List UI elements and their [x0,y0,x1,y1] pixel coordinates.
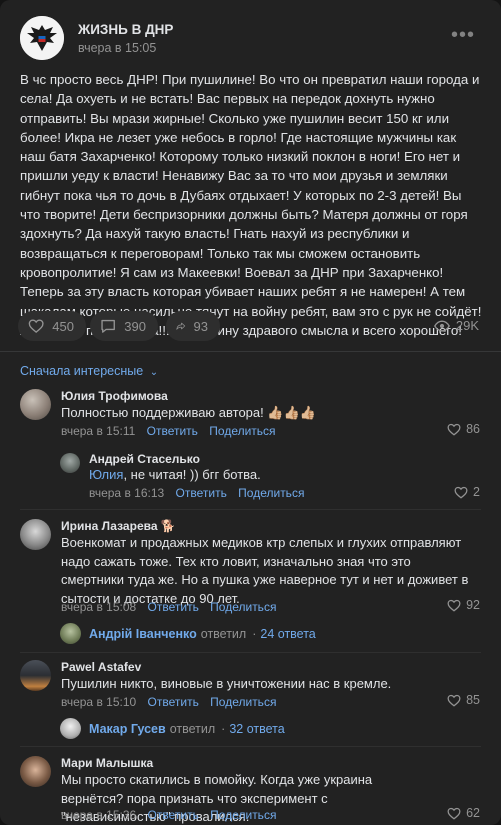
eagle-emblem-icon [20,16,64,60]
group-avatar[interactable] [20,16,64,60]
avatar [60,718,81,739]
thread-action: ответил [200,626,247,641]
reply-link[interactable]: Ответить [148,695,199,709]
comment-item: Мари Малышка Мы просто скатились в помой… [0,753,501,825]
divider [20,509,481,510]
reply-link[interactable]: Ответить [176,486,227,500]
comment-author[interactable]: Юлия Трофимова [61,389,168,403]
comment-meta: вчера в 16:13 Ответить Поделиться [89,486,304,500]
comment-item: Юлия Трофимова Полностью поддерживаю авт… [0,386,501,442]
eye-icon [433,320,450,331]
comment-author[interactable]: Pawel Astafev [61,660,141,674]
comment-text: Полностью поддерживаю автора! 👍🏼👍🏼👍🏼 [61,405,316,420]
comment-item: Ирина Лазарева 🐕 Военкомат и продажных м… [0,516,501,614]
like-button[interactable]: 450 [18,311,86,341]
heart-icon [447,807,461,820]
mention-link[interactable]: Юлия [89,467,123,482]
comment-meta: вчера в 15:11 Ответить Поделиться [61,424,276,438]
replies-thread-link[interactable]: Макар Гусев ответил · 32 ответа [60,718,285,739]
like-count: 85 [466,693,480,707]
comment-author[interactable]: Андрей Стаселько [89,452,200,466]
comment-author[interactable]: Ирина Лазарева 🐕 [61,519,176,533]
comment-meta: вчера в 15:36 Ответить Поделиться [61,808,276,822]
share-button[interactable]: 93 [166,311,220,341]
sort-dropdown[interactable]: Сначала интересные ⌄ [20,364,158,378]
comment-like-button[interactable]: 2 [454,485,480,499]
comment-like-button[interactable]: 62 [447,806,480,820]
comment-text-body: , не читая! )) бгг ботва. [123,467,261,482]
replies-thread-link[interactable]: Андрій Іванченко ответил · 24 ответа [60,623,316,644]
heart-icon [447,599,461,612]
comment-like-button[interactable]: 92 [447,598,480,612]
share-link[interactable]: Поделиться [210,695,276,709]
dog-icon: 🐕 [160,519,176,533]
chevron-down-icon: ⌄ [149,367,159,378]
comment-like-button[interactable]: 85 [447,693,480,707]
comment-icon [101,319,115,333]
reply-item: Андрей Стаселько Юлия, не читая! )) бгг … [0,450,501,502]
avatar[interactable] [60,453,80,473]
post-text: В чс просто весь ДНР! При пушилине! Во ч… [20,72,482,338]
heart-icon [454,486,468,499]
thread-dot: · [221,721,226,736]
comment-count: 390 [124,318,146,334]
views-count: 29K [455,318,479,333]
comment-time[interactable]: вчера в 15:10 [61,695,136,709]
comment-text: Военкомат и продажных медиков ктр слепых… [61,535,469,606]
avatar[interactable] [20,389,51,420]
comment-item: Pawel Astafev Пушилин никто, виновые в у… [0,657,501,713]
divider [0,351,501,352]
avatar [60,623,81,644]
reply-link[interactable]: Ответить [148,808,199,822]
post-actions: 450 390 93 29K [18,311,483,343]
heart-icon [28,319,44,333]
like-count: 62 [466,806,480,820]
reply-link[interactable]: Ответить [148,600,199,614]
comment-like-button[interactable]: 86 [447,422,480,436]
comment-text: Юлия, не читая! )) бгг ботва. [89,466,449,485]
share-arrow-icon [176,322,186,330]
divider [20,746,481,747]
comment-time[interactable]: вчера в 15:08 [61,600,136,614]
comment-time[interactable]: вчера в 15:36 [61,808,136,822]
reply-link[interactable]: Ответить [147,424,198,438]
comment-author-name: Ирина Лазарева [61,519,158,533]
share-link[interactable]: Поделиться [210,808,276,822]
sort-label: Сначала интересные [20,364,144,378]
comment-text: Пушилин никто, виновые в уничтожении нас… [61,676,392,691]
post-time[interactable]: вчера в 15:05 [78,41,156,55]
post-card: ЖИЗНЬ В ДНР вчера в 15:05 ••• В чс прост… [0,0,501,825]
share-link[interactable]: Поделиться [210,600,276,614]
divider [20,652,481,653]
thread-action: ответил [169,721,216,736]
share-count: 93 [193,318,208,334]
thread-count: 24 ответа [260,626,316,641]
comment-meta: вчера в 15:08 Ответить Поделиться [61,600,276,614]
thread-count: 32 ответа [229,721,285,736]
heart-icon [447,423,461,436]
comment-time[interactable]: вчера в 16:13 [89,486,164,500]
like-count: 86 [466,422,480,436]
group-name[interactable]: ЖИЗНЬ В ДНР [78,22,173,37]
avatar[interactable] [20,756,51,787]
heart-icon [447,694,461,707]
like-count: 450 [52,318,74,334]
comment-time[interactable]: вчера в 15:11 [61,424,135,438]
share-link[interactable]: Поделиться [209,424,275,438]
share-link[interactable]: Поделиться [238,486,304,500]
like-count: 92 [466,598,480,612]
thread-author: Макар Гусев [89,721,166,736]
views-counter: 29K [433,318,479,333]
post-header: ЖИЗНЬ В ДНР вчера в 15:05 ••• [20,16,485,62]
thread-dot: · [252,626,257,641]
comment-meta: вчера в 15:10 Ответить Поделиться [61,695,276,709]
avatar[interactable] [20,660,51,691]
like-count: 2 [473,485,480,499]
more-dots-icon[interactable]: ••• [451,24,475,47]
avatar[interactable] [20,519,51,550]
thread-author: Андрій Іванченко [89,626,197,641]
comment-author[interactable]: Мари Малышка [61,756,153,770]
comment-button[interactable]: 390 [90,311,158,341]
